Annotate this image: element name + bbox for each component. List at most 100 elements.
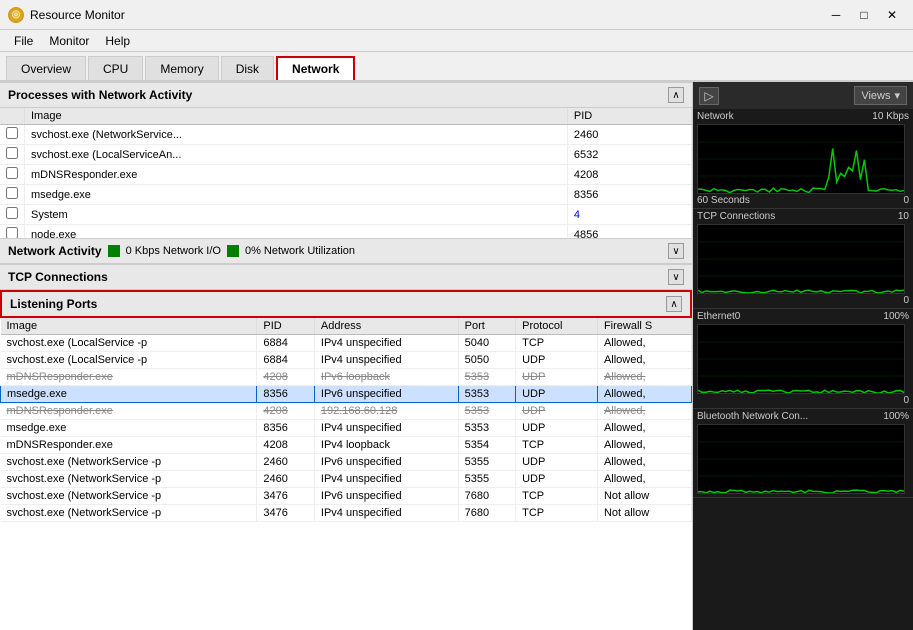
views-label: Views xyxy=(861,90,890,102)
table-row[interactable]: System 4 xyxy=(0,205,692,225)
table-row[interactable]: mDNSResponder.exe 4208 xyxy=(0,165,692,185)
views-arrow-icon: ▾ xyxy=(894,89,900,102)
network-activity-io: 0 Kbps Network I/O xyxy=(126,245,221,257)
row-checkbox[interactable] xyxy=(0,205,25,225)
row-protocol: UDP xyxy=(516,352,598,369)
list-item[interactable]: svchost.exe (NetworkService -p 2460 IPv4… xyxy=(1,471,692,488)
list-item[interactable]: svchost.exe (NetworkService -p 2460 IPv6… xyxy=(1,454,692,471)
tcp-collapse-btn[interactable]: ∨ xyxy=(668,269,684,285)
row-checkbox[interactable] xyxy=(0,125,25,145)
list-item[interactable]: svchost.exe (LocalService -p 6884 IPv4 u… xyxy=(1,352,692,369)
graph-value-3: 100% xyxy=(883,411,909,422)
row-pid: 3476 xyxy=(257,505,314,522)
maximize-button[interactable]: □ xyxy=(851,5,877,25)
row-image: svchost.exe (NetworkService -p xyxy=(1,488,257,505)
graph-section-1: TCP Connections 10 0 xyxy=(693,209,913,309)
graph-canvas-3 xyxy=(697,424,905,494)
tab-disk[interactable]: Disk xyxy=(221,56,274,80)
processes-header[interactable]: Processes with Network Activity ∧ xyxy=(0,82,692,108)
listening-section: Listening Ports ∧ Image PID Address Port… xyxy=(0,290,692,630)
processes-table: Image PID svchost.exe (NetworkService...… xyxy=(0,108,692,238)
row-checkbox[interactable] xyxy=(0,145,25,165)
tab-memory[interactable]: Memory xyxy=(145,56,218,80)
row-port: 7680 xyxy=(458,505,515,522)
minimize-button[interactable]: ─ xyxy=(823,5,849,25)
graph-canvas-2 xyxy=(697,324,905,394)
listening-collapse-btn[interactable]: ∧ xyxy=(666,296,682,312)
processes-collapse-btn[interactable]: ∧ xyxy=(668,87,684,103)
processes-content: Image PID svchost.exe (NetworkService...… xyxy=(0,108,692,238)
processes-section: Processes with Network Activity ∧ Image … xyxy=(0,82,692,238)
list-item[interactable]: mDNSResponder.exe 4208 IPv4 loopback 535… xyxy=(1,437,692,454)
row-checkbox[interactable] xyxy=(0,165,25,185)
row-image: mDNSResponder.exe xyxy=(1,437,257,454)
graph-label-2: Ethernet0 100% xyxy=(697,311,909,322)
expand-button[interactable]: ▷ xyxy=(699,87,719,105)
row-pid: 2460 xyxy=(257,471,314,488)
graph-label-1: TCP Connections 10 xyxy=(697,211,909,222)
col-checkbox xyxy=(0,108,25,125)
graph-footer-left-0: 60 Seconds xyxy=(697,195,750,206)
graph-name-0: Network xyxy=(697,111,734,122)
row-firewall: Allowed, xyxy=(597,352,691,369)
row-firewall: Allowed, xyxy=(597,335,691,352)
right-panel-header: ▷ Views ▾ xyxy=(693,82,913,109)
row-port: 5354 xyxy=(458,437,515,454)
row-protocol: UDP xyxy=(516,420,598,437)
row-firewall: Allowed, xyxy=(597,437,691,454)
row-pid: 4208 xyxy=(257,403,314,420)
row-pid: 4208 xyxy=(257,437,314,454)
graph-footer-0: 60 Seconds 0 xyxy=(697,195,909,206)
network-activity-indicator2 xyxy=(227,245,239,257)
listening-header[interactable]: Listening Ports ∧ xyxy=(0,290,692,318)
app-icon: ◎ xyxy=(8,7,24,23)
row-checkbox[interactable] xyxy=(0,225,25,239)
row-port: 5353 xyxy=(458,369,515,386)
row-pid: 4 xyxy=(567,205,691,225)
menu-monitor[interactable]: Monitor xyxy=(41,32,97,50)
list-item[interactable]: msedge.exe 8356 IPv6 unspecified 5353 UD… xyxy=(1,386,692,403)
row-firewall: Allowed, xyxy=(597,420,691,437)
row-firewall: Allowed, xyxy=(597,386,691,403)
graph-name-3: Bluetooth Network Con... xyxy=(697,411,808,422)
tab-cpu[interactable]: CPU xyxy=(88,56,143,80)
graph-value-0: 10 Kbps xyxy=(872,111,909,122)
table-row[interactable]: msedge.exe 8356 xyxy=(0,185,692,205)
graph-section-3: Bluetooth Network Con... 100% xyxy=(693,409,913,498)
tab-overview[interactable]: Overview xyxy=(6,56,86,80)
menu-file[interactable]: File xyxy=(6,32,41,50)
graph-canvas-1 xyxy=(697,224,905,294)
views-button[interactable]: Views ▾ xyxy=(854,86,907,105)
list-item[interactable]: mDNSResponder.exe 4208 192.168.60.128 53… xyxy=(1,403,692,420)
row-checkbox[interactable] xyxy=(0,185,25,205)
table-row[interactable]: svchost.exe (LocalServiceAn... 6532 xyxy=(0,145,692,165)
network-activity-bar: Network Activity 0 Kbps Network I/O 0% N… xyxy=(0,238,692,264)
tcp-section: TCP Connections ∨ xyxy=(0,264,692,290)
list-item[interactable]: mDNSResponder.exe 4208 IPv6 loopback 535… xyxy=(1,369,692,386)
list-item[interactable]: svchost.exe (NetworkService -p 3476 IPv4… xyxy=(1,505,692,522)
row-image: msedge.exe xyxy=(1,386,257,403)
table-row[interactable]: svchost.exe (NetworkService... 2460 xyxy=(0,125,692,145)
processes-title: Processes with Network Activity xyxy=(8,88,192,102)
graph-name-2: Ethernet0 xyxy=(697,311,740,322)
row-address: IPv4 unspecified xyxy=(314,335,458,352)
list-item[interactable]: svchost.exe (NetworkService -p 3476 IPv6… xyxy=(1,488,692,505)
tab-network[interactable]: Network xyxy=(276,56,355,80)
table-row[interactable]: node.exe 4856 xyxy=(0,225,692,239)
row-port: 5050 xyxy=(458,352,515,369)
network-activity-indicator1 xyxy=(108,245,120,257)
graph-value-1: 10 xyxy=(898,211,909,222)
graph-footer-right-0: 0 xyxy=(903,195,909,206)
close-button[interactable]: ✕ xyxy=(879,5,905,25)
list-item[interactable]: svchost.exe (LocalService -p 6884 IPv4 u… xyxy=(1,335,692,352)
listening-title: Listening Ports xyxy=(10,297,97,311)
menu-help[interactable]: Help xyxy=(97,32,138,50)
row-pid: 2460 xyxy=(257,454,314,471)
row-pid: 6884 xyxy=(257,335,314,352)
row-port: 5040 xyxy=(458,335,515,352)
list-item[interactable]: msedge.exe 8356 IPv4 unspecified 5353 UD… xyxy=(1,420,692,437)
row-port: 5353 xyxy=(458,386,515,403)
network-activity-util: 0% Network Utilization xyxy=(245,245,355,257)
network-activity-collapse-btn[interactable]: ∨ xyxy=(668,243,684,259)
tcp-header[interactable]: TCP Connections ∨ xyxy=(0,264,692,290)
